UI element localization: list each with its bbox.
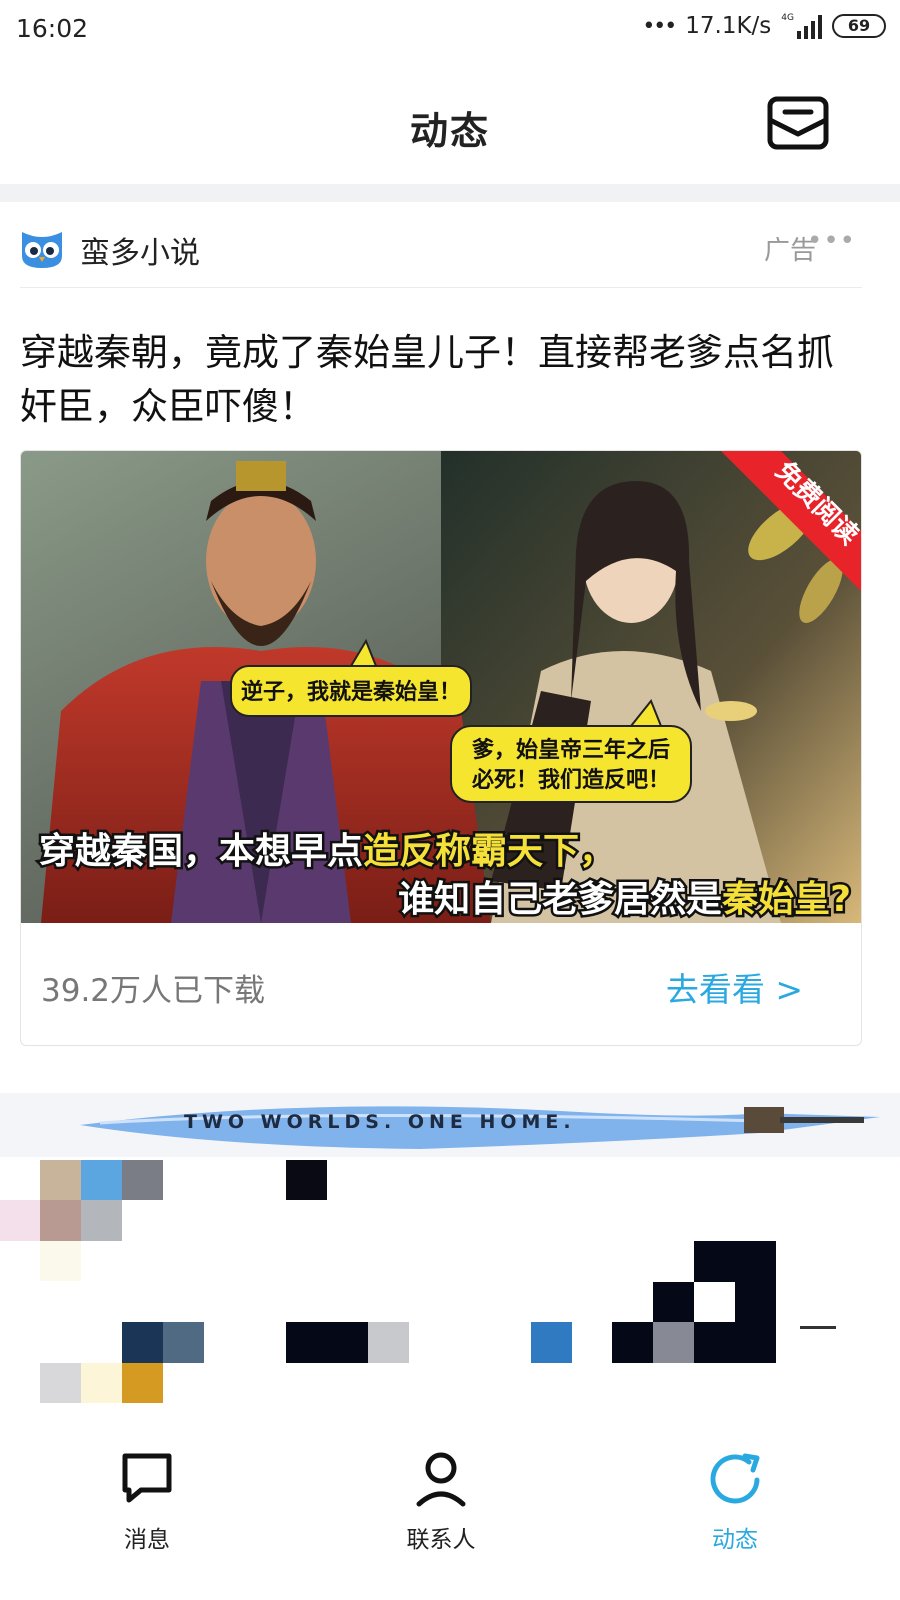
download-count: 39.2万人已下载 xyxy=(41,973,266,1009)
chat-bubble-icon xyxy=(122,1453,172,1503)
owl-app-logo-icon xyxy=(22,232,62,268)
banner-text: TWO WORLDS. ONE HOME. xyxy=(184,1111,576,1133)
tab-contacts[interactable]: 联系人 xyxy=(361,1448,521,1578)
bottom-nav: 消息 联系人 动态 xyxy=(0,1438,900,1600)
page-title: 动态 xyxy=(409,109,490,153)
more-dots-icon[interactable]: ••• xyxy=(807,226,856,256)
tab-moments[interactable]: 动态 xyxy=(655,1448,815,1578)
ad-card[interactable]: 免费阅读 逆子，我就是秦始皇！ 爹，始皇帝三年之后 必死！我们造反吧！ 穿越秦国… xyxy=(20,450,862,1046)
caption-line2-yellow: 秦始皇? xyxy=(721,879,851,920)
signal-strength-icon: 4G xyxy=(781,13,822,39)
ad-source-row: 蛮多小说 广告 ••• xyxy=(18,222,864,272)
caption-line1-white: 穿越秦国，本想早点 xyxy=(39,831,363,872)
divider xyxy=(20,287,862,288)
svg-text:穿越秦国，本想早点造反称霸天下，: 穿越秦国，本想早点造反称霸天下， xyxy=(39,831,615,872)
network-type: 4G xyxy=(781,13,794,23)
bubble-left-text: 逆子，我就是秦始皇！ xyxy=(241,679,461,705)
caption-line2-white: 谁知自己老爹居然是 xyxy=(398,878,722,920)
svg-text:谁知自己老爹居然是秦始皇?: 谁知自己老爹居然是秦始皇? xyxy=(398,878,851,920)
status-indicators: ••• 17.1K/s 4G 69 xyxy=(642,13,886,39)
tab-messages[interactable]: 消息 xyxy=(67,1448,227,1578)
ad-source-name[interactable]: 蛮多小说 xyxy=(80,228,200,272)
ad-footer: 39.2万人已下载 去看看 > xyxy=(21,923,861,1045)
go-see-button[interactable]: 去看看 > xyxy=(666,963,803,1011)
contacts-person-icon xyxy=(416,1452,466,1507)
battery-indicator: 69 xyxy=(832,14,886,38)
tab-contacts-label: 联系人 xyxy=(406,1527,476,1553)
section-separator xyxy=(0,184,900,202)
bubble-right-line1: 爹，始皇帝三年之后 xyxy=(471,737,670,763)
ad-title[interactable]: 穿越秦朝，竟成了秦始皇儿子！直接帮老爹点名抓奸臣，众臣吓傻！ xyxy=(20,326,870,434)
notification-dots-icon: ••• xyxy=(642,13,677,39)
status-time: 16:02 xyxy=(16,14,89,43)
tab-moments-label: 动态 xyxy=(712,1527,758,1553)
mail-inbox-icon[interactable] xyxy=(767,90,829,152)
network-speed: 17.1K/s xyxy=(685,13,772,39)
ad-image[interactable]: 免费阅读 逆子，我就是秦始皇！ 爹，始皇帝三年之后 必死！我们造反吧！ 穿越秦国… xyxy=(21,451,861,923)
status-bar: 16:02 ••• 17.1K/s 4G 69 xyxy=(0,0,900,62)
tab-messages-label: 消息 xyxy=(124,1527,170,1553)
moments-page: 16:02 ••• 17.1K/s 4G 69 动态 蛮多小说 广告 ••• 穿… xyxy=(0,0,900,1600)
bubble-right-line2: 必死！我们造反吧！ xyxy=(472,767,670,793)
moments-refresh-icon xyxy=(710,1453,760,1504)
app-header: 动态 xyxy=(0,62,900,184)
caption-line1-yellow: 造反称霸天下， xyxy=(363,831,615,872)
promo-banner[interactable]: TWO WORLDS. ONE HOME. xyxy=(0,1093,900,1157)
